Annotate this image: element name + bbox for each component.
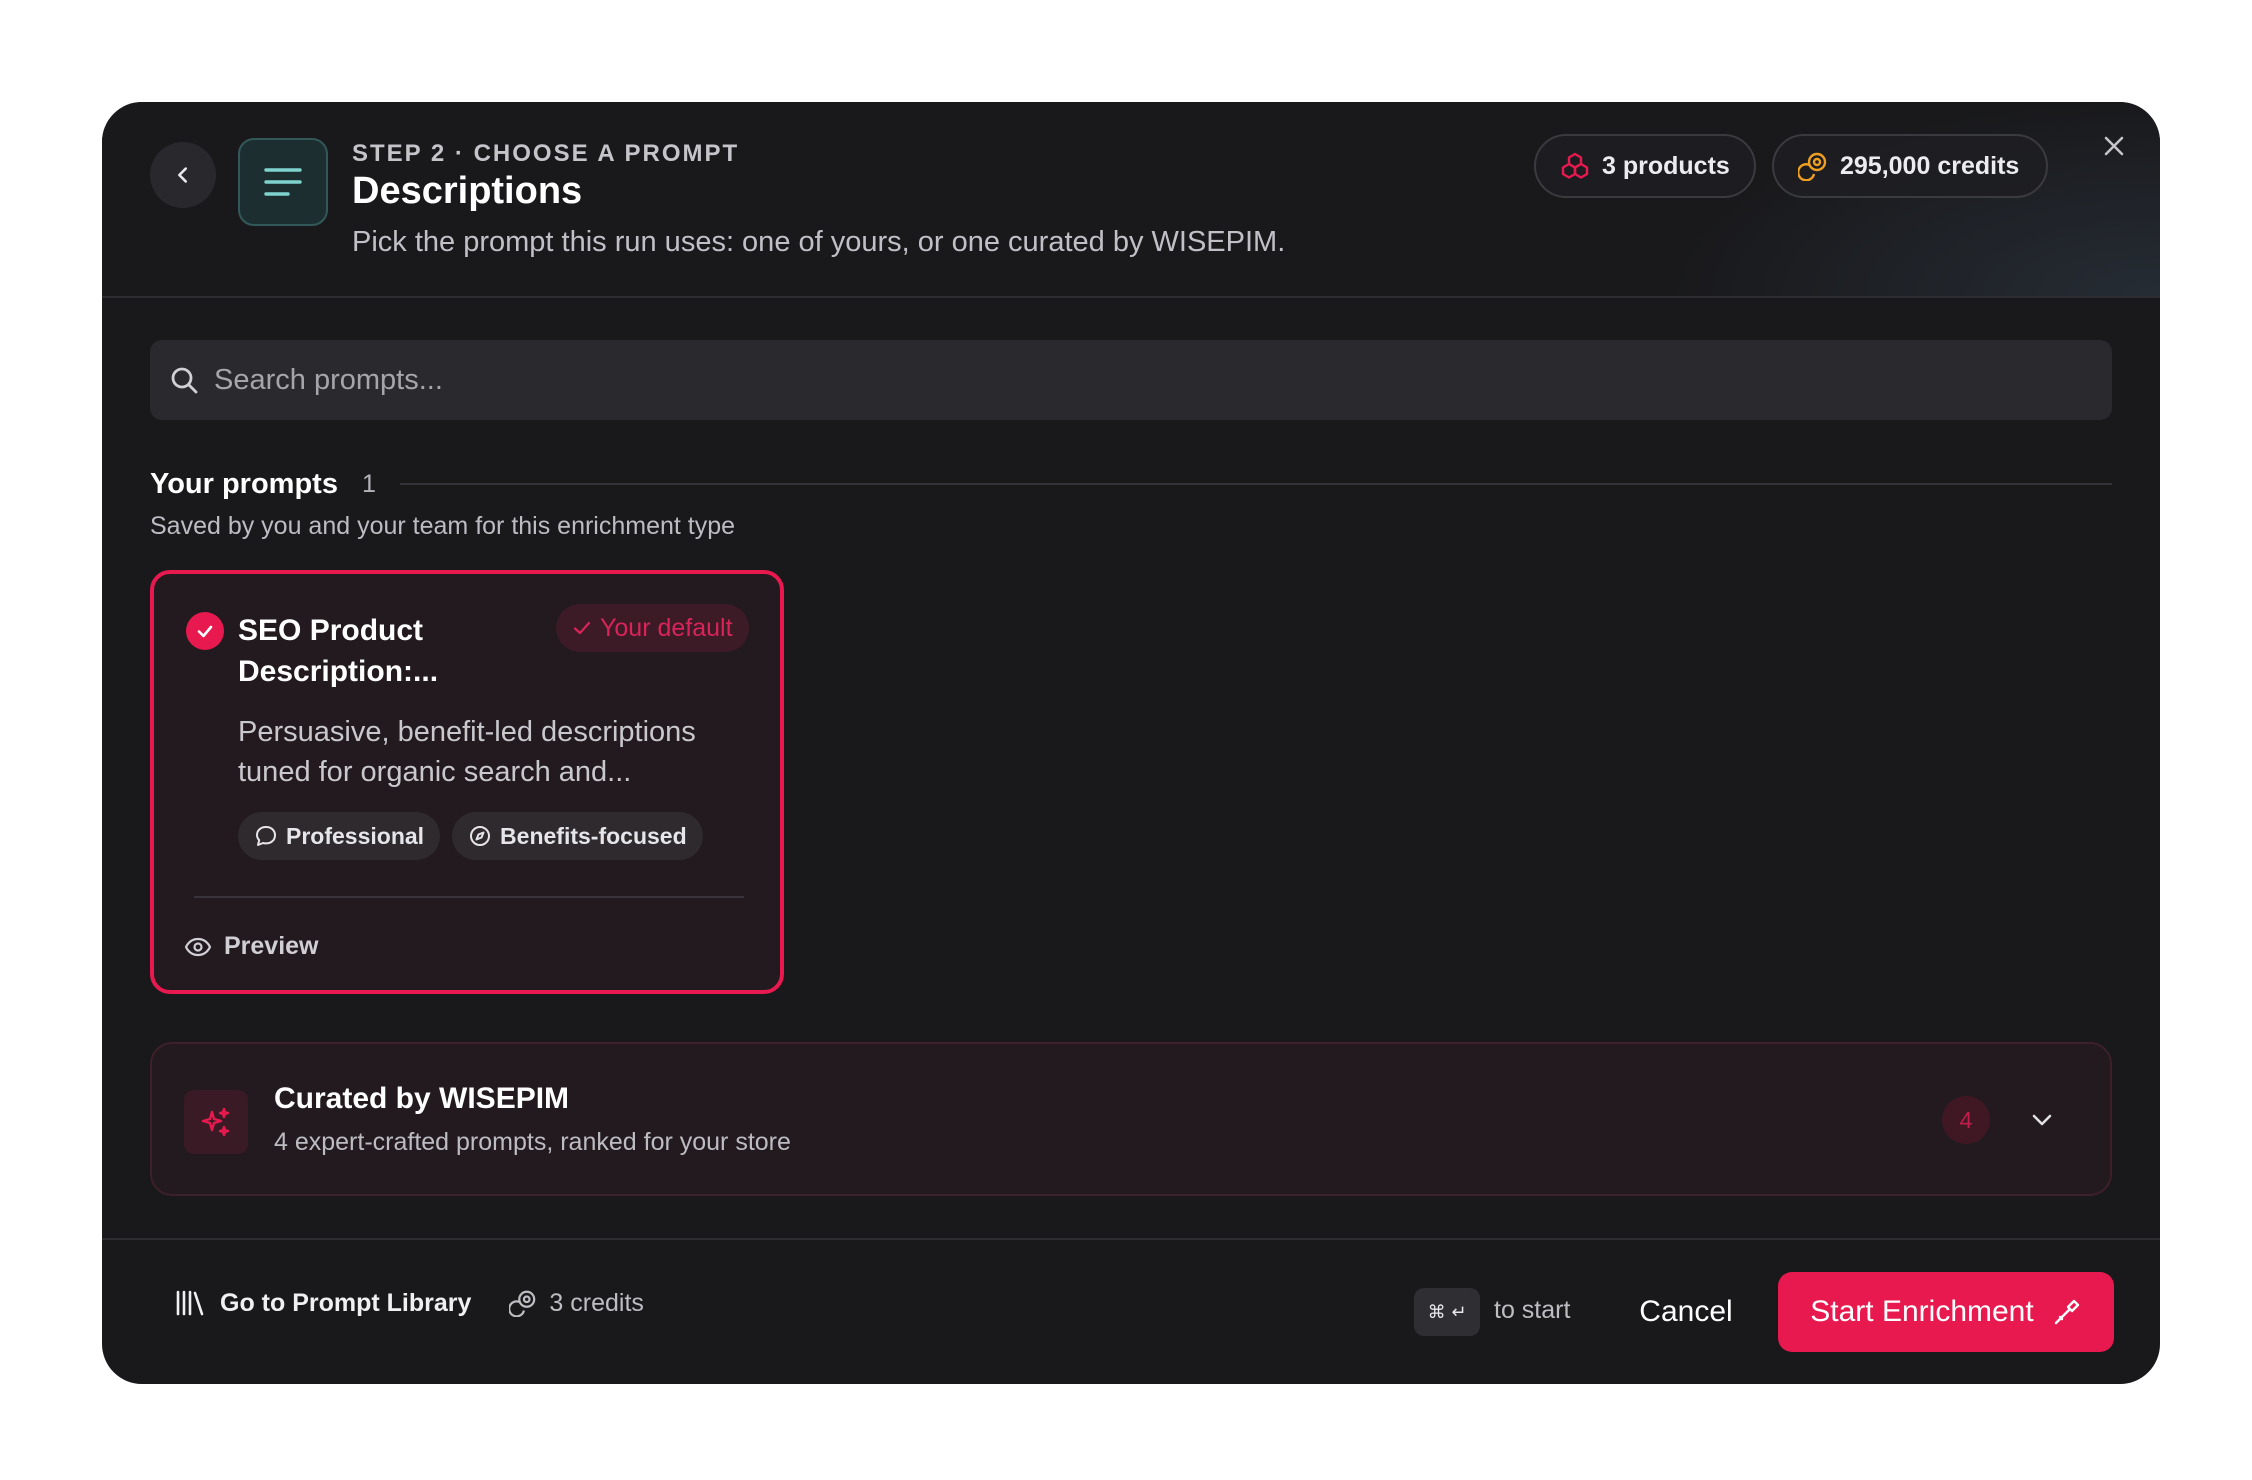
shortcut-hint-label: to start (1494, 1296, 1571, 1324)
prompt-card-tags: Professional Benefits-focused (238, 812, 703, 860)
compass-icon (470, 826, 491, 846)
check-circle-icon (186, 612, 224, 650)
prompt-selection-modal: STEP 2 · CHOOSE A PROMPT Descriptions Pi… (102, 102, 2160, 1384)
curated-section-toggle[interactable]: Curated by WISEPIM 4 expert-crafted prom… (150, 1042, 2112, 1196)
curated-count-badge: 4 (1942, 1096, 1990, 1144)
your-prompts-title: Your prompts (150, 467, 338, 500)
coins-icon (509, 1290, 536, 1317)
curated-title: Curated by WISEPIM (274, 1082, 570, 1115)
sparkles-icon (184, 1090, 248, 1154)
boxes-icon (1561, 152, 1589, 179)
products-count-pill: 3 products (1534, 134, 1756, 198)
page-subtitle: Pick the prompt this run uses: one of yo… (352, 226, 1286, 258)
cancel-button[interactable]: Cancel (1626, 1272, 1746, 1352)
back-button[interactable] (150, 142, 216, 208)
chevron-down-icon[interactable] (2026, 1104, 2058, 1136)
start-enrichment-label: Start Enrichment (1810, 1295, 2034, 1328)
coins-icon (1798, 152, 1827, 181)
run-cost-label: 3 credits (549, 1288, 644, 1317)
modal-header: STEP 2 · CHOOSE A PROMPT Descriptions Pi… (102, 102, 2160, 298)
prompt-card-description: Persuasive, benefit-led descriptions tun… (238, 716, 696, 788)
footer-divider (102, 1238, 2160, 1240)
page-title: Descriptions (352, 170, 583, 212)
curated-subtitle: 4 expert-crafted prompts, ranked for you… (274, 1128, 791, 1156)
run-cost: 3 credits (509, 1288, 644, 1318)
close-button[interactable] (2094, 126, 2134, 166)
magic-wand-icon (2054, 1299, 2079, 1325)
your-prompts-header: Your prompts 1 (150, 464, 2112, 504)
preview-label: Preview (224, 932, 319, 960)
section-divider (399, 483, 2112, 485)
prompt-library-label: Go to Prompt Library (220, 1288, 472, 1317)
footer-left: Go to Prompt Library 3 credits (174, 1288, 644, 1318)
start-enrichment-button[interactable]: Start Enrichment (1778, 1272, 2114, 1352)
credits-balance-label: 295,000 credits (1840, 151, 2020, 180)
tag-professional: Professional (238, 812, 441, 860)
tag-professional-label: Professional (286, 822, 425, 849)
default-badge: Your default (556, 604, 749, 652)
tag-benefits-label: Benefits-focused (500, 822, 687, 849)
speech-bubble-icon (256, 826, 276, 846)
library-icon (176, 1290, 204, 1316)
search-bar[interactable] (150, 340, 2112, 420)
your-prompts-subtitle: Saved by you and your team for this enri… (150, 512, 736, 540)
prompt-library-link[interactable]: Go to Prompt Library (174, 1288, 471, 1318)
close-icon (2104, 136, 2124, 156)
check-icon (573, 621, 591, 635)
products-count-label: 3 products (1602, 151, 1730, 180)
default-badge-label: Your default (600, 613, 733, 642)
card-divider (194, 896, 744, 898)
prompt-card-seo-product-description[interactable]: SEO Product Description:... Your default… (150, 570, 784, 994)
preview-button[interactable]: Preview (184, 932, 319, 961)
tag-benefits-focused: Benefits-focused (452, 812, 703, 860)
descriptions-type-icon (238, 138, 328, 226)
eye-icon (184, 937, 212, 956)
step-label: STEP 2 · CHOOSE A PROMPT (352, 140, 740, 167)
search-input[interactable] (214, 363, 2112, 397)
text-lines-icon (264, 168, 302, 196)
your-prompts-count: 1 (361, 469, 376, 498)
prompt-card-title: SEO Product Description:... (238, 614, 439, 688)
search-icon (171, 367, 198, 394)
chevron-left-icon (178, 167, 188, 183)
credits-balance-pill: 295,000 credits (1772, 134, 2048, 198)
keyboard-shortcut-hint: ⌘ ↵ (1414, 1288, 1480, 1336)
